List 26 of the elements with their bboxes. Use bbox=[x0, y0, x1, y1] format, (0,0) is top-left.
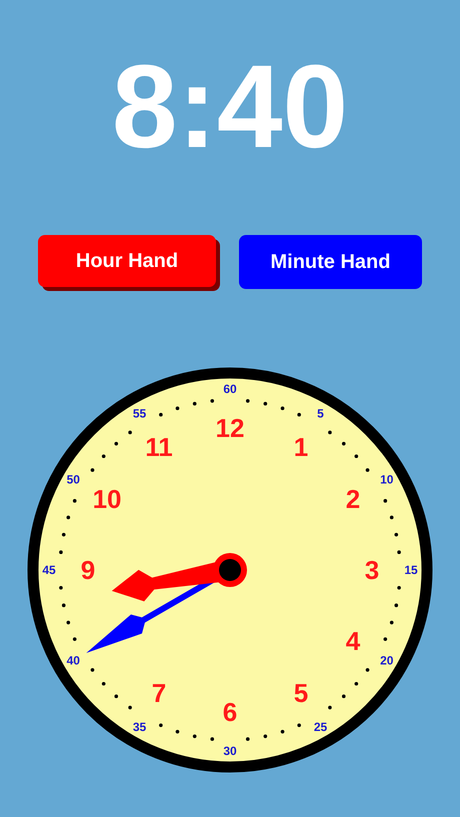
hour-number: 2 bbox=[346, 484, 360, 514]
minute-number: 10 bbox=[380, 472, 394, 486]
minute-number: 60 bbox=[223, 382, 237, 396]
minute-number: 5 bbox=[317, 406, 324, 420]
minute-number: 15 bbox=[404, 563, 418, 577]
hour-number: 12 bbox=[216, 413, 244, 443]
hour-number: 3 bbox=[364, 555, 380, 585]
minute-number: 20 bbox=[380, 654, 394, 668]
minute-number: 30 bbox=[223, 744, 237, 758]
hour-number: 6 bbox=[222, 697, 238, 727]
hour-number: 4 bbox=[346, 626, 360, 656]
minute-number: 40 bbox=[66, 654, 80, 668]
minute-number: 35 bbox=[132, 720, 146, 734]
hour-number: 9 bbox=[80, 555, 96, 585]
minute-number: 45 bbox=[42, 563, 56, 577]
hand-toggle-button[interactable]: Minute Hand bbox=[239, 235, 422, 289]
time-display: 8:40 bbox=[112, 52, 348, 162]
hand-toggle-button[interactable]: Hour Hand bbox=[38, 235, 216, 287]
hour-number: 1 bbox=[294, 432, 308, 462]
hour-number: 10 bbox=[92, 484, 122, 514]
hour-number: 11 bbox=[145, 432, 173, 462]
minute-number: 55 bbox=[132, 406, 146, 420]
hour-number: 5 bbox=[294, 678, 308, 708]
hour-number: 7 bbox=[152, 678, 166, 708]
minute-number: 25 bbox=[314, 720, 328, 734]
minute-number: 50 bbox=[66, 472, 80, 486]
